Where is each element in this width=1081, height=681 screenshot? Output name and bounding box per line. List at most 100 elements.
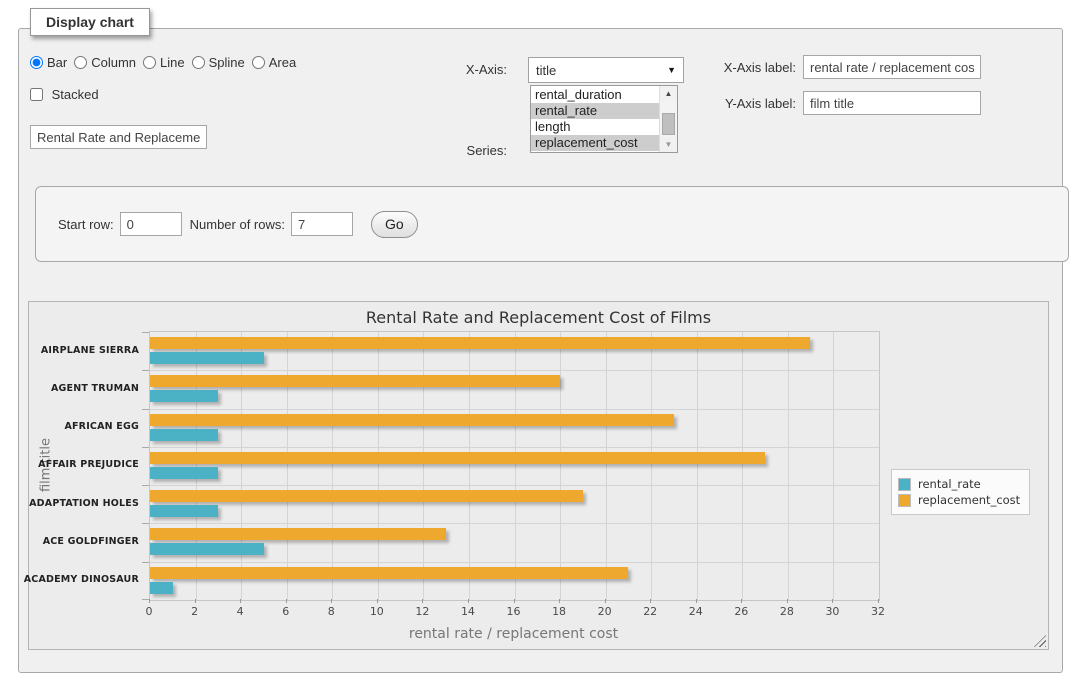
gridline-vertical	[833, 332, 834, 600]
x-tick-mark	[878, 599, 879, 603]
bar-replacement_cost	[150, 528, 446, 540]
x-tick-mark	[605, 599, 606, 603]
stacked-checkbox-row[interactable]: Stacked	[30, 87, 99, 102]
y-category-label: AGENT TRUMAN	[29, 369, 139, 407]
x-axis-ticks: 02468101214161820222426283032	[149, 599, 878, 625]
x-tick-label: 16	[507, 605, 521, 618]
y-tick-mark	[142, 562, 149, 563]
go-button[interactable]: Go	[371, 211, 418, 238]
display-chart-fieldset: Display chart BarColumnLineSplineArea St…	[18, 28, 1063, 673]
stacked-checkbox[interactable]	[30, 88, 43, 101]
y-category-labels: AIRPLANE SIERRAAGENT TRUMANAFRICAN EGGAF…	[29, 331, 139, 599]
gridline-vertical	[742, 332, 743, 600]
gridline-vertical	[515, 332, 516, 600]
x-tick-mark	[377, 599, 378, 603]
chart-type-area[interactable]: Area	[252, 55, 296, 70]
series-option-rental_duration[interactable]: rental_duration	[531, 87, 660, 103]
bar-rental_rate	[150, 352, 264, 364]
y-tick-mark	[142, 599, 149, 600]
chart-type-column[interactable]: Column	[74, 55, 136, 70]
legend-label-replacement_cost: replacement_cost	[918, 493, 1020, 507]
gridline-vertical	[697, 332, 698, 600]
x-tick-mark	[832, 599, 833, 603]
gridline-vertical	[196, 332, 197, 600]
x-tick-label: 0	[146, 605, 153, 618]
series-scrollbar[interactable]: ▲ ▼	[659, 86, 677, 152]
x-tick-mark	[331, 599, 332, 603]
series-option-length[interactable]: length	[531, 119, 660, 135]
x-tick-label: 18	[552, 605, 566, 618]
start-row-input[interactable]	[120, 212, 182, 236]
x-tick-mark	[514, 599, 515, 603]
gridline-horizontal	[150, 447, 879, 448]
fieldset-legend: Display chart	[30, 8, 150, 36]
x-tick-label: 32	[871, 605, 885, 618]
x-tick-mark	[650, 599, 651, 603]
bar-rental_rate	[150, 543, 264, 555]
x-axis-select-wrap: title ▼	[528, 57, 684, 83]
y-axis-label-input[interactable]	[803, 91, 981, 115]
legend-swatch-replacement_cost	[898, 494, 911, 507]
chart-type-radio-column[interactable]	[74, 56, 87, 69]
gridline-horizontal	[150, 523, 879, 524]
chart-title-input[interactable]	[30, 125, 207, 149]
chart-type-radio-line[interactable]	[143, 56, 156, 69]
chart-type-radios: Bar Column Line Spline Area	[30, 55, 303, 70]
gridline-vertical	[378, 332, 379, 600]
y-category-label: AFFAIR PREJUDICE	[29, 446, 139, 484]
y-tick-mark	[142, 409, 149, 410]
y-category-label: AIRPLANE SIERRA	[29, 331, 139, 369]
chart-type-radio-area[interactable]	[252, 56, 265, 69]
x-tick-label: 22	[643, 605, 657, 618]
y-category-label: AFRICAN EGG	[29, 408, 139, 446]
chart-container: Rental Rate and Replacement Cost of Film…	[28, 301, 1049, 650]
scrollbar-thumb[interactable]	[662, 113, 675, 135]
chart-title: Rental Rate and Replacement Cost of Film…	[29, 308, 1048, 327]
series-option-replacement_cost[interactable]: replacement_cost	[531, 135, 660, 151]
bar-rental_rate	[150, 582, 173, 594]
series-listbox[interactable]: rental_durationrental_ratelengthreplacem…	[530, 85, 678, 153]
resize-grip-icon[interactable]	[1034, 635, 1046, 647]
x-tick-label: 20	[598, 605, 612, 618]
bar-replacement_cost	[150, 490, 583, 502]
series-listbox-label: Series:	[419, 143, 507, 158]
series-option-rental_rate[interactable]: rental_rate	[531, 103, 660, 119]
gridline-vertical	[469, 332, 470, 600]
x-tick-mark	[741, 599, 742, 603]
x-tick-mark	[422, 599, 423, 603]
legend-item-replacement_cost: replacement_cost	[898, 493, 1020, 507]
x-tick-label: 10	[370, 605, 384, 618]
x-tick-label: 28	[780, 605, 794, 618]
chart-type-radio-spline[interactable]	[192, 56, 205, 69]
x-tick-label: 12	[415, 605, 429, 618]
bar-rental_rate	[150, 429, 218, 441]
stacked-label: Stacked	[52, 87, 99, 102]
gridline-vertical	[788, 332, 789, 600]
x-axis-label-label: X-Axis label:	[699, 60, 796, 75]
y-tick-mark	[142, 370, 149, 371]
legend-swatch-rental_rate	[898, 478, 911, 491]
bar-replacement_cost	[150, 452, 765, 464]
scroll-up-icon[interactable]: ▲	[660, 86, 677, 101]
x-tick-mark	[468, 599, 469, 603]
chart-legend: rental_ratereplacement_cost	[891, 469, 1030, 515]
series-listbox-rows: rental_durationrental_ratelengthreplacem…	[531, 87, 660, 151]
gridline-vertical	[241, 332, 242, 600]
x-axis-title: rental rate / replacement cost	[149, 626, 878, 642]
bar-replacement_cost	[150, 414, 674, 426]
gridline-vertical	[560, 332, 561, 600]
chart-type-radio-bar[interactable]	[30, 56, 43, 69]
x-tick-mark	[286, 599, 287, 603]
x-axis-select[interactable]: title	[528, 57, 684, 83]
rows-panel: Start row: Number of rows: Go	[35, 186, 1069, 262]
gridline-vertical	[287, 332, 288, 600]
y-tick-mark	[142, 523, 149, 524]
scroll-down-icon[interactable]: ▼	[660, 137, 677, 152]
chart-type-line[interactable]: Line	[143, 55, 185, 70]
num-rows-input[interactable]	[291, 212, 353, 236]
chart-type-bar[interactable]: Bar	[30, 55, 67, 70]
y-tick-mark	[142, 332, 149, 333]
chart-type-spline[interactable]: Spline	[192, 55, 245, 70]
x-axis-label-input[interactable]	[803, 55, 981, 79]
gridline-vertical	[332, 332, 333, 600]
